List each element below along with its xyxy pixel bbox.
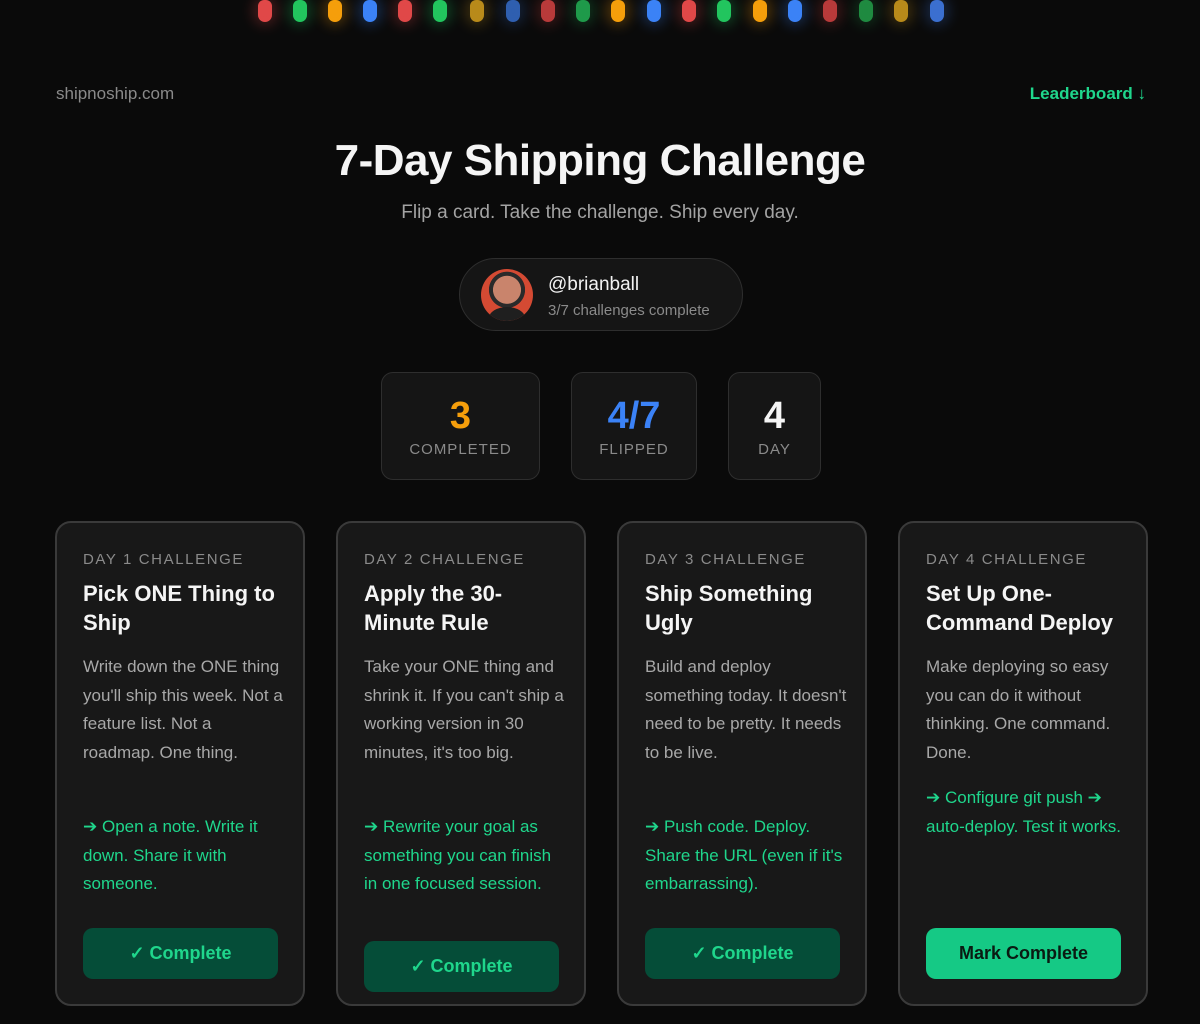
light-bulb-icon <box>470 0 484 22</box>
avatar <box>481 269 533 321</box>
stat-label: FLIPPED <box>599 441 669 458</box>
page-title: 7-Day Shipping Challenge <box>334 136 866 185</box>
string-lights <box>0 0 1200 30</box>
light-bulb-icon <box>717 0 731 22</box>
top-bar: shipnoship.com Leaderboard ↓ <box>56 82 1146 106</box>
card-title: Apply the 30-Minute Rule <box>364 581 503 635</box>
challenge-card-day-1[interactable]: DAY 1 CHALLENGE Pick ONE Thing to Ship W… <box>55 521 305 1006</box>
card-title: Set Up One-Command Deploy <box>926 581 1114 635</box>
light-bulb-icon <box>293 0 307 22</box>
light-bulb-icon <box>930 0 944 22</box>
card-description: Make deploying so easy you can do it wit… <box>926 657 1111 763</box>
card-description: Take your ONE thing and shrink it. If yo… <box>364 657 564 763</box>
stat-value: 4/7 <box>607 395 661 437</box>
stat-completed: 3 COMPLETED <box>381 372 540 480</box>
light-bulb-icon <box>894 0 908 22</box>
light-bulb-icon <box>363 0 377 22</box>
stat-value: 3 <box>449 395 472 437</box>
card-day-label: DAY 4 CHALLENGE <box>926 551 1087 568</box>
light-bulb-icon <box>433 0 447 22</box>
user-handle: @brianball <box>548 274 640 295</box>
light-bulb-icon <box>823 0 837 22</box>
stat-day: 4 DAY <box>728 372 821 480</box>
mark-complete-button[interactable]: Mark Complete <box>926 928 1121 979</box>
light-bulb-icon <box>541 0 555 22</box>
light-bulb-icon <box>576 0 590 22</box>
complete-button[interactable]: ✓ Complete <box>645 928 840 979</box>
card-day-label: DAY 2 CHALLENGE <box>364 551 525 568</box>
card-day-label: DAY 1 CHALLENGE <box>83 551 244 568</box>
light-bulb-icon <box>647 0 661 22</box>
light-bulb-icon <box>611 0 625 22</box>
stat-value: 4 <box>763 395 786 437</box>
site-name: shipnoship.com <box>56 84 175 103</box>
light-bulb-icon <box>328 0 342 22</box>
card-action: ➔ Push code. Deploy. Share the URL (even… <box>645 817 843 894</box>
card-action: ➔ Rewrite your goal as something you can… <box>364 817 552 894</box>
challenge-card-day-3[interactable]: DAY 3 CHALLENGE Ship Something Ugly Buil… <box>617 521 867 1006</box>
light-bulb-icon <box>753 0 767 22</box>
user-progress: 3/7 challenges complete <box>548 302 710 319</box>
challenge-card-day-4[interactable]: DAY 4 CHALLENGE Set Up One-Command Deplo… <box>898 521 1148 1006</box>
light-bulb-icon <box>398 0 412 22</box>
light-bulb-icon <box>788 0 802 22</box>
card-action: ➔ Open a note. Write it down. Share it w… <box>83 817 258 894</box>
card-title: Pick ONE Thing to Ship <box>83 581 275 635</box>
light-bulb-icon <box>859 0 873 22</box>
card-description: Write down the ONE thing you'll ship thi… <box>83 657 283 763</box>
user-pill[interactable]: @brianball 3/7 challenges complete <box>459 258 743 331</box>
card-title: Ship Something Ugly <box>645 581 813 635</box>
complete-button[interactable]: ✓ Complete <box>83 928 278 979</box>
stat-flipped: 4/7 FLIPPED <box>571 372 697 480</box>
stat-label: COMPLETED <box>409 441 512 458</box>
card-description: Build and deploy something today. It doe… <box>645 657 847 763</box>
light-bulb-icon <box>506 0 520 22</box>
complete-button[interactable]: ✓ Complete <box>364 941 559 992</box>
stat-label: DAY <box>758 441 791 458</box>
light-bulb-icon <box>258 0 272 22</box>
challenge-card-day-2[interactable]: DAY 2 CHALLENGE Apply the 30-Minute Rule… <box>336 521 586 1006</box>
card-action: ➔ Configure git push ➔ auto-deploy. Test… <box>926 788 1121 836</box>
card-day-label: DAY 3 CHALLENGE <box>645 551 806 568</box>
page-subtitle: Flip a card. Take the challenge. Ship ev… <box>401 202 799 223</box>
leaderboard-link[interactable]: Leaderboard ↓ <box>1030 84 1146 104</box>
light-bulb-icon <box>682 0 696 22</box>
